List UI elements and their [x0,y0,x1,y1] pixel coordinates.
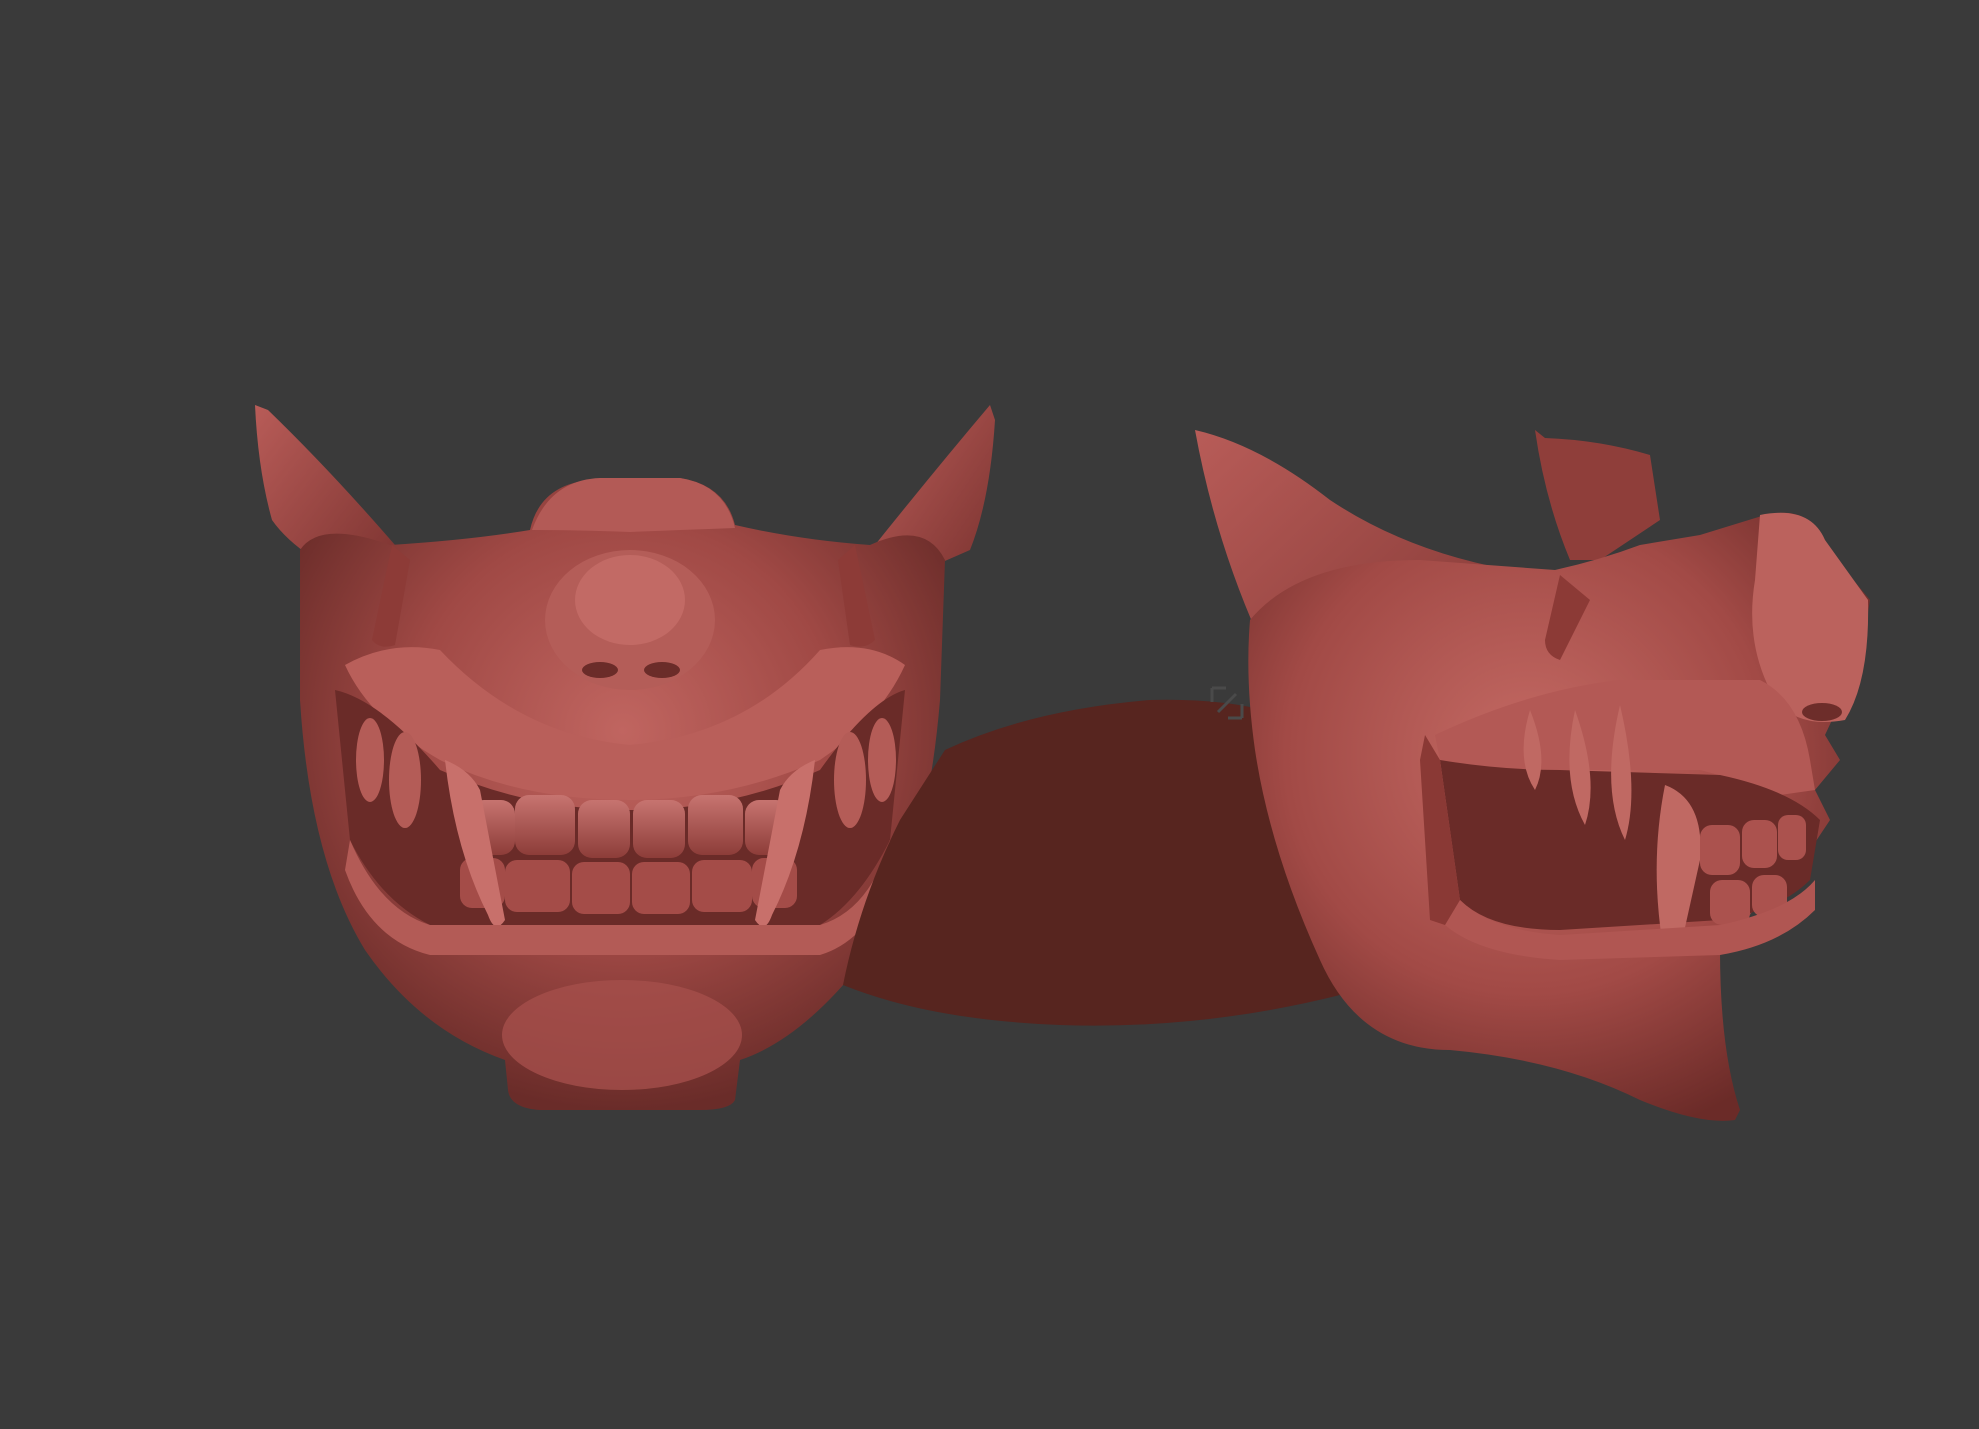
nostril-left [582,662,618,678]
nose-bridge [532,478,735,532]
chin [502,980,742,1090]
oni-mask-side-view[interactable] [1195,430,1870,1121]
side-horn-small [1535,430,1660,560]
oni-mask-front-view[interactable] [255,405,995,1110]
nostril-right [644,662,680,678]
viewport-canvas[interactable] [0,0,1979,1429]
nose-tip [575,555,685,645]
side-nostril [1802,703,1842,721]
3d-viewport[interactable] [0,0,1979,1429]
